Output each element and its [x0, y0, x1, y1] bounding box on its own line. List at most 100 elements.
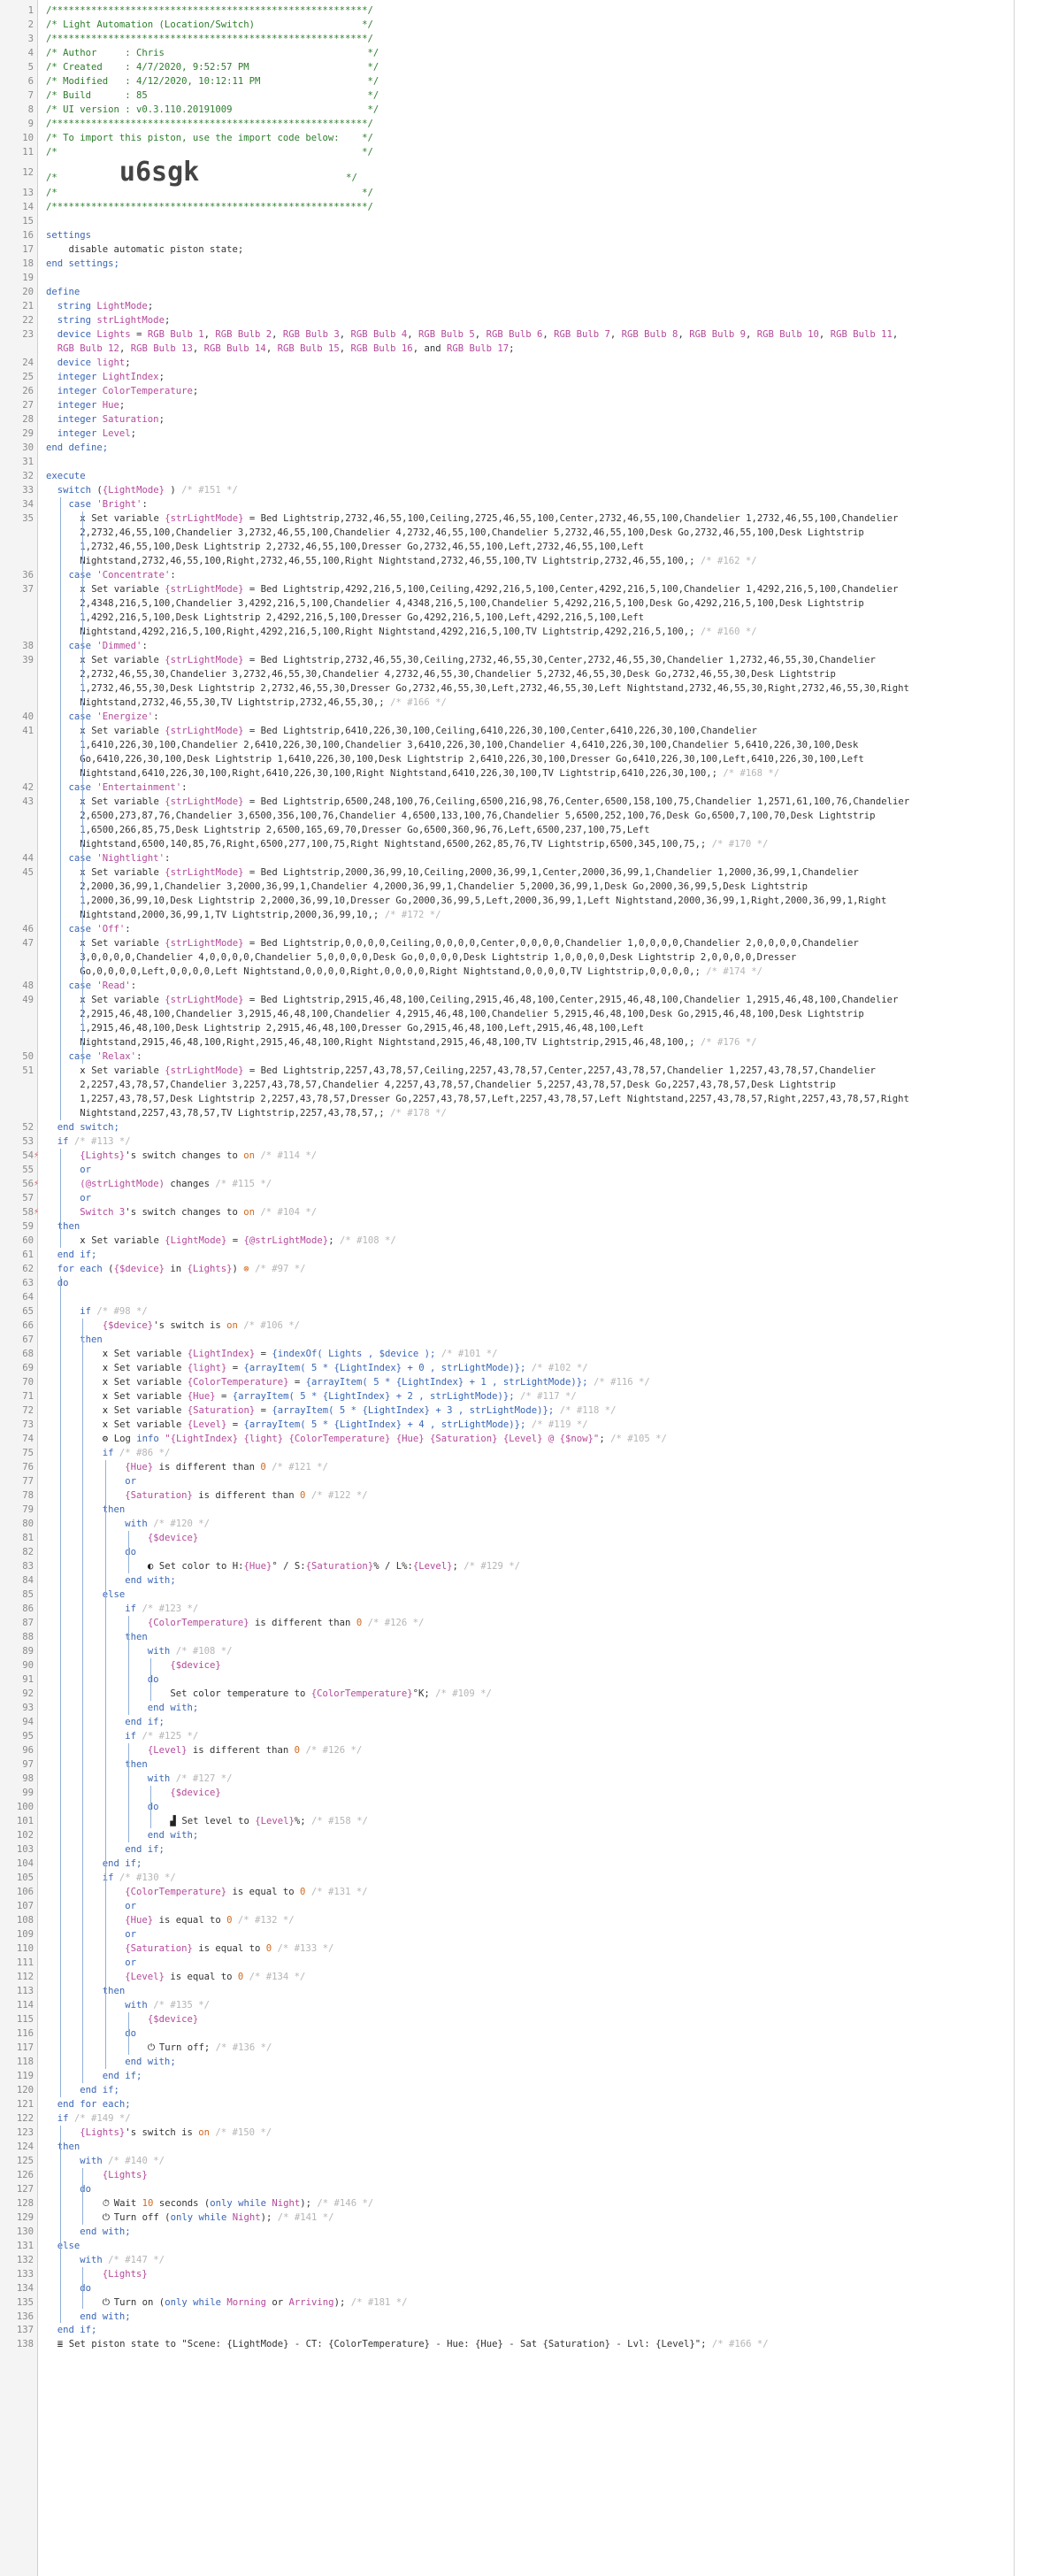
line-text[interactable]: end if;: [46, 2323, 97, 2337]
line-text[interactable]: x Set variable {strLightMode} = Bed Light…: [46, 653, 876, 667]
line-text[interactable]: end if;: [46, 1248, 97, 1262]
line-text[interactable]: Go,6410,226,30,100,Desk Lightstrip 1,641…: [46, 752, 864, 766]
line-text[interactable]: (@strLightMode) changes /* #115 */: [46, 1177, 272, 1191]
line-text[interactable]: 2,6500,273,87,76,Chandelier 3,6500,356,1…: [46, 809, 875, 823]
line-text[interactable]: case 'Bright':: [46, 497, 148, 511]
line-text[interactable]: x Set variable {strLightMode} = Bed Light…: [46, 993, 898, 1007]
line-text[interactable]: then: [46, 1984, 126, 1998]
line-text[interactable]: ◐ Set color to H:{Hue}° / S:{Saturation}%…: [46, 1559, 520, 1573]
line-text[interactable]: x Set variable {strLightMode} = Bed Light…: [46, 724, 757, 738]
line-text[interactable]: 1,6500,266,85,75,Desk Lightstrip 2,6500,…: [46, 823, 649, 837]
line-text[interactable]: {ColorTemperature} is different than 0 /…: [46, 1616, 425, 1630]
line-text[interactable]: x Set variable {LightIndex} = {indexOf( L…: [46, 1347, 498, 1361]
line-text[interactable]: do: [46, 1672, 159, 1687]
line-text[interactable]: string LightMode;: [46, 299, 159, 313]
line-text[interactable]: settings: [46, 228, 91, 242]
line-text[interactable]: then: [46, 1503, 126, 1517]
line-text[interactable]: 1,2915,46,48,100,Desk Lightstrip 2,2915,…: [46, 1021, 644, 1035]
line-text[interactable]: Nightstand,2000,36,99,1,TV Lightstrip,20…: [46, 908, 441, 922]
line-text[interactable]: if /* #130 */: [46, 1871, 176, 1885]
line-text[interactable]: x Set variable {Hue} = {arrayItem( 5 * {L…: [46, 1389, 577, 1403]
line-text[interactable]: x Set variable {strLightMode} = Bed Light…: [46, 936, 858, 950]
line-text[interactable]: with /* #127 */: [46, 1772, 233, 1786]
line-text[interactable]: 1,2732,46,55,100,Desk Lightstrip 2,2732,…: [46, 540, 644, 554]
line-text[interactable]: or: [46, 1163, 91, 1177]
line-text[interactable]: with /* #120 */: [46, 1517, 210, 1531]
line-text[interactable]: end with;: [46, 1828, 198, 1842]
line-text[interactable]: 2,2915,46,48,100,Chandelier 3,2915,46,48…: [46, 1007, 864, 1021]
line-text[interactable]: RGB Bulb 12, RGB Bulb 13, RGB Bulb 14, R…: [46, 342, 515, 356]
line-text[interactable]: string strLightMode;: [46, 313, 171, 327]
line-text[interactable]: Nightstand,2732,46,55,30,TV Lightstrip,2…: [46, 696, 447, 710]
line-text[interactable]: then: [46, 2140, 80, 2154]
line-text[interactable]: 3,0,0,0,0,Chandelier 4,0,0,0,0,Chandelie…: [46, 950, 796, 965]
line-text[interactable]: end with;: [46, 1701, 198, 1715]
line-text[interactable]: {Lights}: [46, 2168, 148, 2182]
line-text[interactable]: if /* #86 */: [46, 1446, 171, 1460]
line-text[interactable]: else: [46, 1588, 126, 1602]
line-text[interactable]: /* UI version : v0.3.110.20191009 */: [46, 103, 379, 117]
line-text[interactable]: 2,2000,36,99,1,Chandelier 3,2000,36,99,1…: [46, 880, 808, 894]
line-text[interactable]: ⏻ Turn off; /* #136 */: [46, 2041, 272, 2055]
line-text[interactable]: then: [46, 1630, 148, 1644]
line-text[interactable]: 2,2732,46,55,100,Chandelier 3,2732,46,55…: [46, 526, 864, 540]
line-text[interactable]: x Set variable {strLightMode} = Bed Light…: [46, 1064, 876, 1078]
line-text[interactable]: end with;: [46, 2225, 130, 2239]
line-text[interactable]: {Lights}'s switch is on /* #150 */: [46, 2126, 272, 2140]
line-text[interactable]: {Level} is equal to 0 /* #134 */: [46, 1970, 305, 1984]
line-text[interactable]: ▟ Set level to {Level}%; /* #158 */: [46, 1814, 368, 1828]
line-text[interactable]: case 'Energize':: [46, 710, 159, 724]
line-text[interactable]: Nightstand,2732,46,55,100,Right,2732,46,…: [46, 554, 756, 568]
line-text[interactable]: then: [46, 1219, 80, 1234]
line-text[interactable]: end for each;: [46, 2097, 131, 2111]
line-text[interactable]: device light;: [46, 356, 131, 370]
line-text[interactable]: then: [46, 1333, 103, 1347]
line-text[interactable]: ≣ Set piston state to "Scene: {LightMode}…: [46, 2337, 769, 2351]
line-text[interactable]: x Set variable {ColorTemperature} = {arra…: [46, 1375, 650, 1389]
line-text[interactable]: integer ColorTemperature;: [46, 384, 198, 398]
line-text[interactable]: integer LightIndex;: [46, 370, 165, 384]
line-text[interactable]: with /* #140 */: [46, 2154, 165, 2168]
line-text[interactable]: {$device}: [46, 2012, 198, 2026]
line-text[interactable]: /* Light Automation (Location/Switch) */: [46, 18, 373, 32]
line-text[interactable]: Nightstand,2915,46,48,100,Right,2915,46,…: [46, 1035, 756, 1050]
line-text[interactable]: ⏱ Wait 10 seconds (only while Night); /* …: [46, 2196, 373, 2211]
line-text[interactable]: Nightstand,4292,216,5,100,Right,4292,216…: [46, 625, 756, 639]
line-text[interactable]: Nightstand,2257,43,78,57,TV Lightstrip,2…: [46, 1106, 447, 1120]
line-text[interactable]: integer Level;: [46, 427, 136, 441]
line-text[interactable]: x Set variable {Saturation} = {arrayItem(…: [46, 1403, 617, 1418]
line-text[interactable]: end with;: [46, 2055, 175, 2069]
line-text[interactable]: {Lights}: [46, 2267, 148, 2281]
line-text[interactable]: /* Author : Chris */: [46, 46, 379, 60]
line-text[interactable]: Go,0,0,0,0,Left,0,0,0,0,Left Nightstand,…: [46, 965, 762, 979]
line-text[interactable]: case 'Entertainment':: [46, 780, 188, 795]
line-text[interactable]: for each ({$device} in {Lights}) ⊗ /* #9…: [46, 1262, 306, 1276]
line-text[interactable]: execute: [46, 469, 86, 483]
line-text[interactable]: end settings;: [46, 257, 119, 271]
line-text[interactable]: x Set variable {strLightMode} = Bed Light…: [46, 582, 898, 596]
line-text[interactable]: /* */: [46, 145, 373, 159]
line-text[interactable]: /***************************************…: [46, 32, 373, 46]
line-text[interactable]: do: [46, 2281, 91, 2295]
line-text[interactable]: Nightstand,6410,226,30,100,Right,6410,22…: [46, 766, 779, 780]
line-text[interactable]: integer Hue;: [46, 398, 126, 412]
line-text[interactable]: x Set variable {strLightMode} = Bed Light…: [46, 865, 858, 880]
line-text[interactable]: define: [46, 285, 80, 299]
line-text[interactable]: case 'Nightlight':: [46, 851, 171, 865]
line-text[interactable]: {Saturation} is different than 0 /* #122…: [46, 1488, 367, 1503]
line-text[interactable]: Switch 3's switch changes to on /* #104 …: [46, 1205, 317, 1219]
line-text[interactable]: 2,2732,46,55,30,Chandelier 3,2732,46,55,…: [46, 667, 836, 681]
line-text[interactable]: /***************************************…: [46, 117, 373, 131]
line-text[interactable]: end with;: [46, 2310, 130, 2324]
line-text[interactable]: /* Modified : 4/12/2020, 10:12:11 PM */: [46, 74, 379, 88]
line-text[interactable]: do: [46, 2182, 91, 2196]
line-text[interactable]: 2,4348,216,5,100,Chandelier 3,4292,216,5…: [46, 596, 864, 611]
line-text[interactable]: if /* #123 */: [46, 1602, 198, 1616]
line-text[interactable]: end if;: [46, 2083, 119, 2097]
line-text[interactable]: disable automatic piston state;: [46, 242, 244, 257]
line-text[interactable]: with /* #147 */: [46, 2253, 165, 2267]
line-text[interactable]: /***************************************…: [46, 200, 373, 214]
line-text[interactable]: /* Build : 85 */: [46, 88, 379, 103]
line-text[interactable]: 1,2000,36,99,10,Desk Lightstrip 2,2000,3…: [46, 894, 886, 908]
line-text[interactable]: /***************************************…: [46, 4, 373, 18]
